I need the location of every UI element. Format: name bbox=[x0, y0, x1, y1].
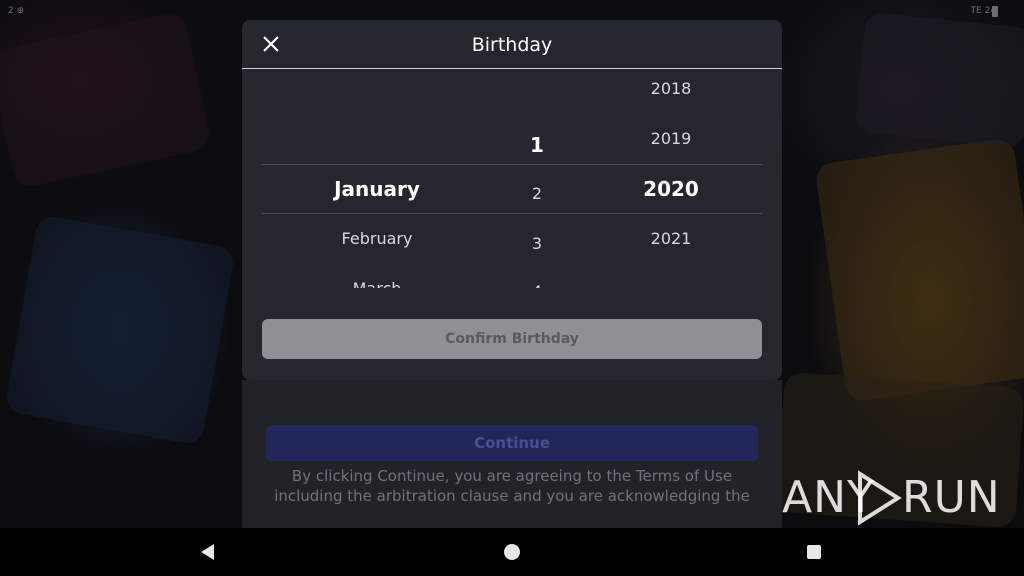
dialog-header: Birthday bbox=[242, 20, 782, 69]
date-picker[interactable]: January February March 1 2 3 4 2018 2019… bbox=[262, 69, 762, 288]
terms-text: By clicking Continue, you are agreeing t… bbox=[262, 466, 762, 506]
day-item[interactable]: 3 bbox=[492, 234, 582, 253]
month-item[interactable]: February bbox=[262, 229, 492, 248]
year-item[interactable]: 2020 bbox=[607, 177, 735, 201]
anyrun-watermark: ANY RUN bbox=[782, 466, 1000, 526]
terms-line-2: including the arbitration clause and you… bbox=[274, 487, 750, 505]
confirm-birthday-button[interactable]: Confirm Birthday bbox=[262, 319, 762, 359]
play-logo-icon bbox=[858, 470, 902, 526]
recents-icon[interactable] bbox=[802, 540, 826, 564]
month-item[interactable]: March bbox=[262, 279, 492, 288]
battery-icon bbox=[992, 6, 998, 17]
status-bar: 2 ⊕ TE 24 bbox=[0, 0, 1024, 22]
year-item[interactable]: 2018 bbox=[607, 79, 735, 98]
birthday-dialog: Birthday January February March 1 2 3 4 … bbox=[242, 20, 782, 380]
year-column[interactable]: 2018 2019 2020 2021 bbox=[607, 69, 735, 288]
month-item[interactable]: January bbox=[262, 177, 492, 201]
back-icon[interactable] bbox=[196, 540, 220, 564]
android-nav-bar bbox=[0, 528, 1024, 576]
status-left-text: 2 ⊕ bbox=[8, 6, 25, 16]
year-item[interactable]: 2021 bbox=[607, 229, 735, 248]
month-column[interactable]: January February March bbox=[262, 69, 492, 288]
year-item[interactable]: 2019 bbox=[607, 129, 735, 148]
close-icon[interactable] bbox=[260, 33, 282, 55]
day-item[interactable]: 1 bbox=[492, 133, 582, 157]
day-item[interactable]: 4 bbox=[492, 282, 582, 288]
day-column[interactable]: 1 2 3 4 bbox=[492, 69, 582, 288]
day-item[interactable]: 2 bbox=[492, 184, 582, 203]
watermark-right-text: RUN bbox=[902, 472, 1001, 523]
home-icon[interactable] bbox=[500, 540, 524, 564]
continue-button[interactable]: Continue bbox=[266, 425, 758, 461]
terms-line-1: By clicking Continue, you are agreeing t… bbox=[291, 467, 733, 485]
dialog-title: Birthday bbox=[471, 34, 553, 56]
